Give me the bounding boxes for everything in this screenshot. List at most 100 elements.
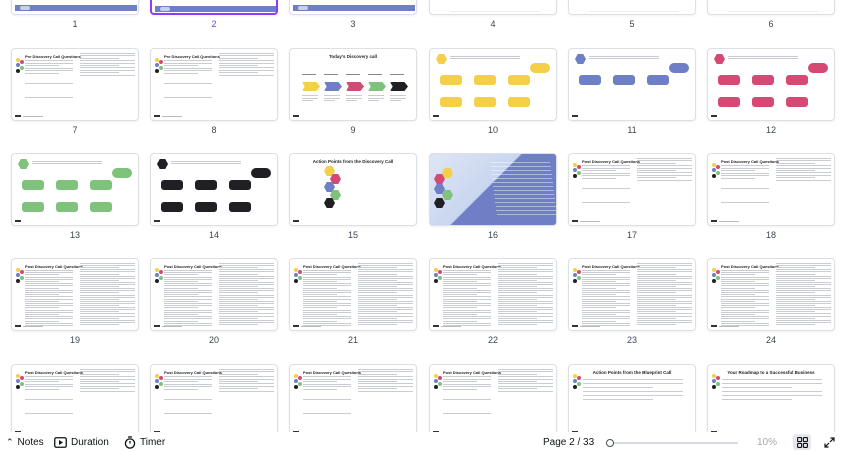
text-line (589, 56, 659, 57)
duration-button[interactable]: Duration (54, 436, 109, 449)
page-thumbnail[interactable]: 4 (429, 0, 561, 42)
page-thumbnail[interactable]: 5 (568, 0, 700, 42)
page-thumbnail[interactable]: Post Discovery Call Questions 23 (568, 258, 700, 358)
text-line (582, 309, 630, 311)
text-line (582, 294, 616, 296)
notes-button[interactable]: ⌃ Notes (6, 436, 44, 449)
page-thumbnail[interactable]: 14 (150, 153, 282, 253)
text-line (443, 292, 491, 293)
text-line (25, 305, 73, 307)
page-thumbnail[interactable]: Pre Discovery Call Questions 8 (150, 48, 282, 148)
text-line (25, 281, 59, 282)
slide-title: Post Discovery Call Questions (582, 264, 641, 269)
step-label (302, 74, 316, 75)
text-line (303, 314, 337, 315)
text-line (358, 321, 413, 323)
page-indicator-text: Page 2 / 33 (543, 437, 595, 448)
page-thumbnail[interactable]: Post Discovery Call Questions 19 (11, 258, 143, 358)
text-line (583, 379, 683, 380)
page-thumbnail[interactable]: Post Discovery Call Questions 20 (150, 258, 282, 358)
page-thumbnail[interactable]: 16 (429, 153, 561, 253)
page-thumbnail[interactable]: Post Discovery Call Questions (11, 364, 143, 432)
page-thumbnail[interactable]: Pre Discovery Call Questions 7 (11, 48, 143, 148)
text-line (80, 292, 119, 294)
text-line (637, 170, 676, 171)
fullscreen-button[interactable] (822, 435, 836, 449)
page-thumbnail[interactable]: Post Discovery Call Questions 21 (289, 258, 421, 358)
text-line (443, 281, 477, 282)
play-box-icon (54, 437, 67, 448)
text-line (80, 313, 135, 315)
text-line (498, 315, 553, 317)
flow-box (752, 75, 774, 85)
page-thumbnail[interactable]: Post Discovery Call Questions (429, 364, 561, 432)
banner-logo (298, 6, 308, 10)
logo-dot (159, 382, 163, 386)
text-line (368, 100, 380, 101)
zoom-slider-handle[interactable] (606, 439, 614, 447)
text-line (80, 307, 135, 309)
page-thumbnail[interactable]: Post Discovery Call Questions 24 (707, 258, 839, 358)
text-line (80, 279, 119, 281)
logo-dot (712, 279, 716, 283)
text-line (582, 320, 616, 322)
text-line (164, 298, 212, 300)
text-line (582, 172, 630, 174)
text-line (80, 317, 119, 319)
logo-dot (573, 279, 577, 283)
text-line (219, 277, 274, 279)
text-line (80, 388, 119, 390)
page-thumbnail[interactable]: Post Discovery Call Questions 22 (429, 258, 561, 358)
text-line (25, 292, 73, 293)
logo-dot (20, 270, 24, 274)
page-thumbnail[interactable]: 1 (11, 0, 143, 42)
text-line (303, 305, 351, 307)
text-line (443, 300, 477, 302)
text-line (303, 283, 351, 285)
timer-button[interactable]: Timer (124, 436, 165, 449)
text-line (443, 285, 491, 287)
text-line (164, 278, 212, 280)
page-thumbnail[interactable]: Post Discovery Call Questions (150, 364, 282, 432)
zoom-slider-track[interactable] (610, 442, 738, 444)
text-line (722, 383, 822, 384)
slide-footer-text (23, 326, 43, 327)
slide-footer-text (162, 116, 182, 117)
text-line (721, 167, 769, 169)
text-line (498, 381, 537, 382)
page-thumbnail[interactable]: 11 (568, 48, 700, 148)
text-line (776, 269, 831, 271)
page-number: 19 (69, 335, 80, 345)
text-line (637, 269, 692, 271)
text-line (164, 294, 198, 296)
text-line (164, 67, 212, 69)
page-thumbnail[interactable]: 10 (429, 48, 561, 148)
text-line (728, 11, 818, 12)
page-thumbnail[interactable]: 13 (11, 153, 143, 253)
text-line (443, 294, 477, 296)
page-thumbnail[interactable]: Post Discovery Call Questions 17 (568, 153, 700, 253)
page-thumbnail[interactable]: 3 (289, 0, 421, 42)
text-line (164, 399, 212, 400)
page-thumbnail[interactable]: Post Discovery Call Questions 18 (707, 153, 839, 253)
slide-preview: Post Discovery Call Questions (568, 153, 696, 226)
page-thumbnail[interactable]: Action Points from the Blueprint Call (568, 364, 700, 432)
page-thumbnail[interactable]: 2 (150, 0, 282, 42)
page-thumbnail[interactable]: Action Points from the Discovery Call 15 (289, 153, 421, 253)
flow-box (786, 97, 808, 107)
text-line (721, 283, 769, 285)
text-line (32, 161, 102, 162)
page-thumbnail[interactable]: Post Discovery Call Questions (289, 364, 421, 432)
text-line (219, 263, 274, 264)
slide-footer (572, 325, 578, 327)
page-number: 8 (211, 125, 217, 135)
page-thumbnail[interactable]: 12 (707, 48, 839, 148)
page-number: 16 (487, 230, 498, 240)
text-line (219, 267, 258, 269)
text-line (25, 320, 59, 322)
page-thumbnail[interactable]: Today's Discovery call 9 (289, 48, 421, 148)
page-thumbnail[interactable]: Your Roadmap to a Successful Business (707, 364, 839, 432)
page-thumbnail[interactable]: 6 (707, 0, 839, 42)
text-line (498, 284, 553, 285)
grid-view-button[interactable] (793, 434, 811, 450)
